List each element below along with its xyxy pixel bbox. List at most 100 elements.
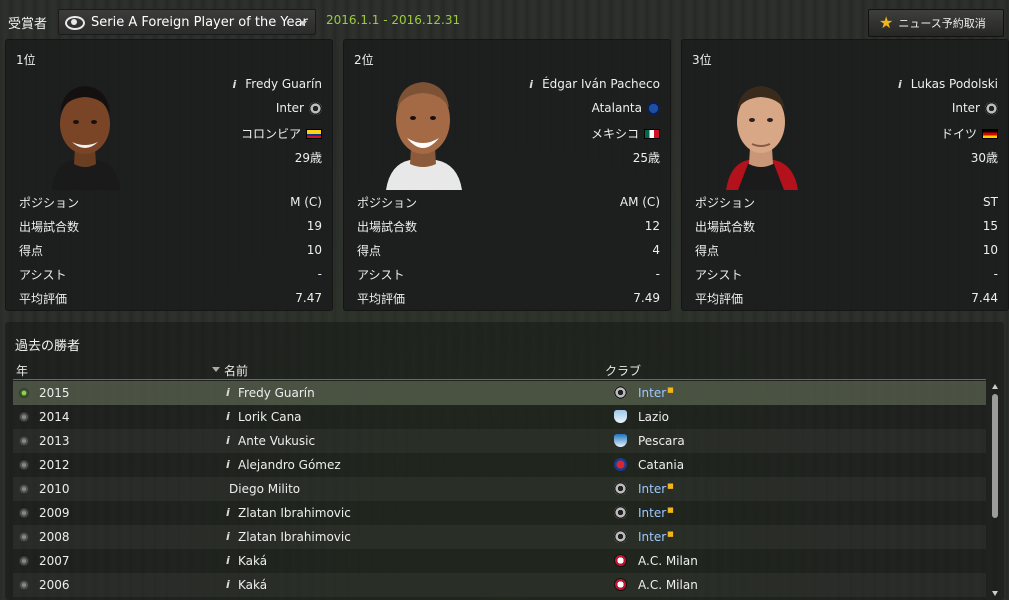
player-name-row[interactable]: i Lukas Podolski [898, 77, 998, 91]
column-header-year[interactable]: 年 [16, 362, 28, 379]
player-name[interactable]: Fredy Guarín [238, 386, 315, 400]
club-name[interactable]: Inter■ [638, 386, 674, 400]
player-age: 30歳 [970, 151, 998, 165]
club-name[interactable]: Inter [276, 101, 304, 115]
player-age-row: 29歳 [295, 149, 322, 166]
nation-name[interactable]: コロンビア [241, 125, 301, 142]
info-icon[interactable]: i [226, 458, 230, 471]
player-name-row[interactable]: i Édgar Iván Pacheco [529, 77, 660, 91]
rank-label: 2位 [354, 53, 374, 67]
player-portrait[interactable] [380, 64, 466, 190]
mexico-flag-icon [644, 128, 660, 139]
player-nation-row[interactable]: ドイツ [941, 125, 998, 142]
player-name[interactable]: Lorik Cana [238, 410, 302, 424]
player-nation-row[interactable]: メキシコ [591, 125, 660, 142]
stat-appearances: 出場試合数 19 [19, 219, 322, 234]
inter-badge-icon [309, 101, 322, 115]
info-icon[interactable]: i [226, 434, 230, 447]
stat-assists: アシスト - [19, 267, 322, 282]
row-indicator-icon [19, 460, 29, 470]
table-row[interactable]: 2009 i Zlatan Ibrahimovic Inter■ [13, 501, 986, 525]
table-row[interactable]: 2014 i Lorik Cana Lazio [13, 405, 986, 429]
stat-assists: アシスト - [357, 267, 660, 282]
club-name[interactable]: Pescara [638, 434, 685, 448]
info-icon[interactable]: i [529, 78, 533, 91]
player-name[interactable]: Lukas Podolski [911, 77, 998, 91]
club-name[interactable]: Inter■ [638, 482, 674, 496]
stat-goals: 得点 10 [695, 243, 998, 258]
top-bar: 受賞者 Serie A Foreign Player of the Year 2… [0, 0, 1009, 38]
scroll-thumb[interactable] [992, 394, 998, 518]
nation-name[interactable]: ドイツ [941, 125, 977, 142]
info-icon[interactable]: i [226, 530, 230, 543]
scrollbar[interactable] [989, 380, 1001, 598]
club-name[interactable]: A.C. Milan [638, 554, 698, 568]
row-indicator-icon [19, 580, 29, 590]
table-row[interactable]: 2010 Diego Milito Inter■ [13, 477, 986, 501]
info-icon[interactable]: i [226, 506, 230, 519]
date-range: 2016.1.1 - 2016.12.31 [326, 13, 461, 27]
player-name[interactable]: Kaká [238, 554, 267, 568]
header-divider [13, 379, 986, 380]
player-nation-row[interactable]: コロンビア [241, 125, 322, 142]
table-row[interactable]: 2008 i Zlatan Ibrahimovic Inter■ [13, 525, 986, 549]
scroll-up-icon[interactable] [992, 384, 998, 389]
player-name[interactable]: Ante Vukusic [238, 434, 315, 448]
stat-position: ポジション AM (C) [357, 195, 660, 210]
info-icon[interactable]: i [226, 410, 230, 423]
table-row[interactable]: 2006 i Kaká A.C. Milan [13, 573, 986, 597]
stat-appearances: 出場試合数 12 [357, 219, 660, 234]
info-icon[interactable]: i [226, 554, 230, 567]
player-portrait[interactable] [718, 64, 804, 190]
stat-position: ポジション M (C) [19, 195, 322, 210]
player-name[interactable]: Édgar Iván Pacheco [542, 77, 660, 91]
info-icon[interactable]: i [898, 78, 902, 91]
inter-badge-icon [614, 386, 627, 399]
player-name[interactable]: Alejandro Gómez [238, 458, 341, 472]
row-indicator-icon [19, 484, 29, 494]
table-row[interactable]: 2013 i Ante Vukusic Pescara [13, 429, 986, 453]
stat-appearances: 出場試合数 15 [695, 219, 998, 234]
info-icon[interactable]: i [226, 386, 230, 399]
player-club-row[interactable]: Inter [952, 101, 998, 115]
column-header-club[interactable]: クラブ [605, 362, 641, 379]
stat-assists: アシスト - [695, 267, 998, 282]
table-row[interactable]: 2015 i Fredy Guarín Inter■ [13, 381, 986, 405]
club-name[interactable]: Inter [952, 101, 980, 115]
club-name[interactable]: Catania [638, 458, 684, 472]
award-name: Serie A Foreign Player of the Year [91, 14, 308, 30]
milan-badge-icon [614, 578, 627, 591]
award-selector[interactable]: Serie A Foreign Player of the Year [58, 9, 316, 35]
scroll-down-icon[interactable] [992, 591, 998, 596]
club-name[interactable]: Inter■ [638, 530, 674, 544]
player-portrait[interactable] [42, 64, 128, 190]
cancel-news-reservation-button[interactable]: ★ ニュース予約取消 [868, 9, 1004, 37]
club-name[interactable]: Atalanta [592, 101, 642, 115]
player-name-row[interactable]: i Fredy Guarín [232, 77, 322, 91]
club-name[interactable]: A.C. Milan [638, 578, 698, 592]
player-club-row[interactable]: Atalanta [592, 101, 660, 115]
player-name[interactable]: Kaká [238, 578, 267, 592]
past-winners-panel: 過去の勝者 年 名前 クラブ 2015 i Fredy Guarín Inter… [5, 322, 1004, 600]
player-name[interactable]: Zlatan Ibrahimovic [238, 506, 351, 520]
player-club-row[interactable]: Inter [276, 101, 322, 115]
table-row[interactable]: 2012 i Alejandro Gómez Catania [13, 453, 986, 477]
player-name[interactable]: Diego Milito [229, 482, 300, 496]
club-name[interactable]: Lazio [638, 410, 669, 424]
row-indicator-icon [19, 412, 29, 422]
info-icon[interactable]: i [232, 78, 236, 91]
player-name[interactable]: Fredy Guarín [245, 77, 322, 91]
info-icon[interactable]: i [226, 578, 230, 591]
nation-name[interactable]: メキシコ [591, 125, 639, 142]
club-name[interactable]: Inter■ [638, 506, 674, 520]
row-indicator-icon [19, 532, 29, 542]
inter-badge-icon [614, 530, 627, 543]
stat-position: ポジション ST [695, 195, 998, 210]
row-indicator-icon [19, 436, 29, 446]
column-header-name[interactable]: 名前 [224, 362, 248, 379]
winner-card-3: 3位 i Lukas Podolski Inter ドイツ 30歳 ポジション … [681, 39, 1009, 311]
player-name[interactable]: Zlatan Ibrahimovic [238, 530, 351, 544]
player-age: 25歳 [632, 151, 660, 165]
table-row[interactable]: 2007 i Kaká A.C. Milan [13, 549, 986, 573]
stat-goals: 得点 10 [19, 243, 322, 258]
